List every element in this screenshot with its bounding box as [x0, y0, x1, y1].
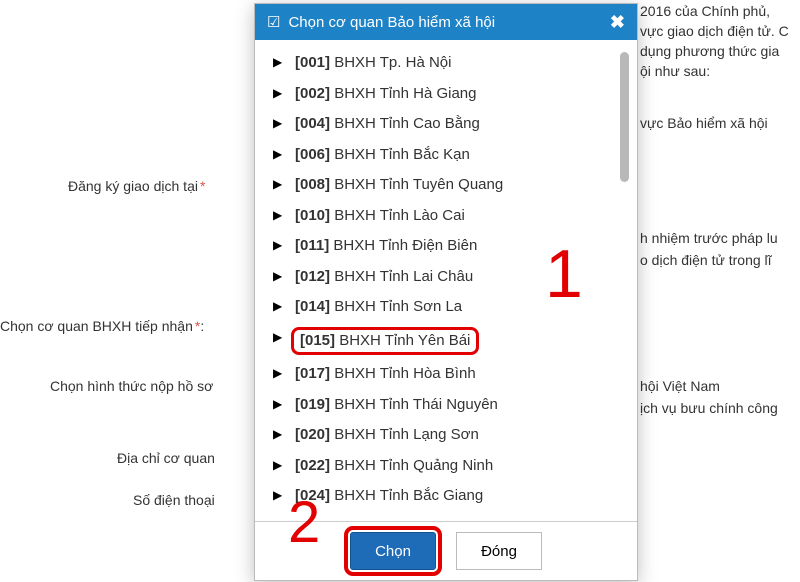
agency-tree-item[interactable]: [017] BHXH Tỉnh Hòa Bình: [295, 359, 627, 390]
agency-tree-item[interactable]: [020] BHXH Tỉnh Lạng Sơn: [295, 420, 627, 451]
bg-text-r2b: o dịch điện tử trong lĩ: [640, 252, 800, 268]
label-phone: Số điện thoại: [133, 492, 215, 508]
agency-tree-item[interactable]: [022] BHXH Tỉnh Quảng Ninh: [295, 451, 627, 482]
agency-tree-item[interactable]: [008] BHXH Tỉnh Tuyên Quang: [295, 170, 627, 201]
agency-tree-item[interactable]: [014] BHXH Tỉnh Sơn La: [295, 292, 627, 323]
select-button[interactable]: Chọn: [350, 532, 436, 570]
scrollbar-thumb[interactable]: [620, 52, 629, 182]
bg-text-r0b: vực giao dịch điện tử. C: [640, 23, 800, 39]
bg-text-r0a: 2016 của Chính phủ,: [640, 3, 800, 19]
bg-text-r3b: ịch vụ bưu chính công: [640, 400, 800, 416]
close-icon[interactable]: ✖: [610, 12, 625, 33]
agency-select-modal: ☑ Chọn cơ quan Bảo hiểm xã hội ✖ [001] B…: [254, 3, 638, 581]
bg-text-r2a: h nhiệm trước pháp lu: [640, 230, 800, 246]
agency-tree-item[interactable]: [024] BHXH Tỉnh Bắc Giang: [295, 481, 627, 512]
label-submit-method: Chọn hình thức nộp hồ sơ: [50, 378, 213, 394]
agency-tree-item[interactable]: [004] BHXH Tỉnh Cao Bằng: [295, 109, 627, 140]
label-register-at: Đăng ký giao dịch tại*: [68, 178, 205, 194]
bg-text-r0c: dụng phương thức gia: [640, 43, 800, 59]
agency-tree-item[interactable]: [006] BHXH Tỉnh Bắc Kạn: [295, 140, 627, 171]
check-icon: ☑: [267, 13, 280, 31]
label-receiving-agency: Chọn cơ quan BHXH tiếp nhận*:: [0, 318, 204, 334]
modal-header: ☑ Chọn cơ quan Bảo hiểm xã hội ✖: [255, 4, 637, 40]
agency-tree-item[interactable]: [002] BHXH Tỉnh Hà Giang: [295, 79, 627, 110]
agency-tree-item[interactable]: 5] BHXH Tỉnh Phú Thọ: [295, 512, 627, 518]
modal-title: Chọn cơ quan Bảo hiểm xã hội: [288, 14, 609, 31]
agency-tree-item[interactable]: [011] BHXH Tỉnh Điện Biên: [295, 231, 627, 262]
bg-text-r0d: ội như sau:: [640, 63, 800, 79]
agency-tree-item[interactable]: [001] BHXH Tp. Hà Nội: [295, 48, 627, 79]
highlighted-agency: [015] BHXH Tỉnh Yên Bái: [291, 327, 479, 356]
modal-body: [001] BHXH Tp. Hà Nội[002] BHXH Tỉnh Hà …: [255, 40, 637, 521]
agency-tree-item[interactable]: [015] BHXH Tỉnh Yên Bái: [295, 323, 627, 360]
agency-tree-list: [001] BHXH Tp. Hà Nội[002] BHXH Tỉnh Hà …: [255, 48, 637, 517]
bg-text-r3a: hội Việt Nam: [640, 378, 800, 394]
modal-footer: Chọn Đóng: [255, 521, 637, 580]
agency-tree-item[interactable]: [019] BHXH Tỉnh Thái Nguyên: [295, 390, 627, 421]
agency-tree-item[interactable]: [010] BHXH Tỉnh Lào Cai: [295, 201, 627, 232]
agency-tree-item[interactable]: [012] BHXH Tỉnh Lai Châu: [295, 262, 627, 293]
close-button[interactable]: Đóng: [456, 532, 542, 570]
label-agency-address: Địa chỉ cơ quan: [117, 450, 215, 466]
bg-text-r1: vực Bảo hiểm xã hội: [640, 115, 800, 131]
